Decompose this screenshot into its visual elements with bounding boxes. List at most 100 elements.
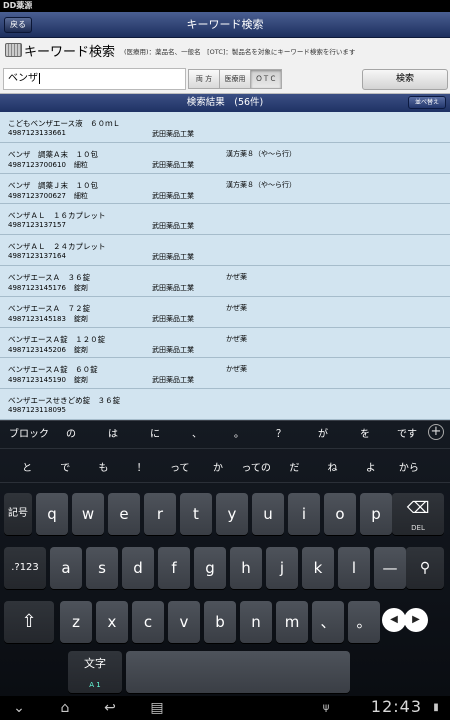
key-q[interactable]: q — [36, 493, 68, 535]
candidate-word[interactable]: だ — [275, 455, 313, 483]
key-o[interactable]: o — [324, 493, 356, 535]
candidate-word[interactable]: っての — [237, 455, 275, 483]
segment-medical[interactable]: 医療用 — [219, 69, 251, 89]
delete-key[interactable]: ⌫ DEL — [392, 493, 444, 535]
key-h[interactable]: h — [230, 547, 262, 589]
candidate-word[interactable]: と — [8, 455, 46, 483]
result-row[interactable]: ベンザエースせきどめ錠 ３６錠 4987123118095 — [0, 389, 450, 420]
result-name: ベンザ 調薬Ｊ末 １０包 — [8, 180, 98, 190]
result-maker: 武田薬品工業 — [152, 376, 194, 385]
candidate-word[interactable]: も — [84, 455, 122, 483]
right-arrow-key[interactable]: ▶ — [404, 608, 428, 632]
result-jan-code: 4987123137164 — [8, 252, 66, 261]
key-dash[interactable]: — — [374, 547, 406, 589]
candidate-word[interactable]: って — [161, 455, 199, 483]
result-row[interactable]: ベンザエースＡ錠 １２０錠 4987123145206 錠剤 武田薬品工業 かぜ薬 — [0, 327, 450, 359]
symbol-key[interactable]: 記号 — [4, 493, 32, 535]
key-f[interactable]: f — [158, 547, 190, 589]
left-arrow-icon: ◀ — [390, 614, 398, 625]
candidate-word[interactable]: 。 — [218, 421, 260, 449]
soft-keyboard: ブロックのはに、。？がをです + とでも！ってかってのだねよから 記号 q w e r t… — [0, 420, 450, 696]
space-key[interactable] — [126, 651, 350, 693]
candidate-word[interactable]: から — [390, 455, 428, 483]
candidate-word[interactable]: の — [50, 421, 92, 449]
recent-apps-icon[interactable]: ▤ — [145, 699, 169, 717]
key-j[interactable]: j — [266, 547, 298, 589]
key-r[interactable]: r — [144, 493, 176, 535]
key-s[interactable]: s — [86, 547, 118, 589]
key-p[interactable]: p — [360, 493, 392, 535]
sort-button[interactable]: 並べ替え — [408, 96, 446, 109]
result-row[interactable]: ベンザエースＡ ７２錠 4987123145183 錠剤 武田薬品工業 かぜ薬 — [0, 296, 450, 328]
candidate-word[interactable]: で — [46, 455, 84, 483]
result-code: 4987123145183 錠剤 — [8, 314, 88, 324]
result-row[interactable]: こどもベンザエース液 ６０ｍＬ 4987123133661 武田薬品工業 — [0, 112, 450, 143]
result-row[interactable]: ベンザ 調薬Ａ末 １０包 4987123700610 細粒 武田薬品工業 漢方薬８（や～… — [0, 142, 450, 174]
result-row[interactable]: ベンザエースＡ錠 ６０錠 4987123145190 錠剤 武田薬品工業 かぜ薬 — [0, 358, 450, 390]
screen: DD薬源 戻る キーワード検索 キーワード検索 (医療用)：薬品名、一般名 [O… — [0, 0, 450, 720]
left-arrow-key[interactable]: ◀ — [382, 608, 406, 632]
result-row[interactable]: ベンザエースＡ ３６錠 4987123145176 錠剤 武田薬品工業 かぜ薬 — [0, 265, 450, 297]
candidate-word[interactable]: ね — [313, 455, 351, 483]
candidate-word[interactable]: ？ — [260, 421, 302, 449]
shift-key[interactable]: ⇧ — [4, 601, 54, 643]
candidate-word[interactable]: です — [386, 421, 428, 449]
candidate-word[interactable]: ブロック — [8, 421, 50, 449]
key-y[interactable]: y — [216, 493, 248, 535]
home-icon[interactable]: ⌂ — [50, 699, 80, 717]
segment-both[interactable]: 両 方 — [188, 69, 220, 89]
result-maker: 武田薬品工業 — [152, 253, 194, 262]
key-e[interactable]: e — [108, 493, 140, 535]
key-l[interactable]: l — [338, 547, 370, 589]
key-period[interactable]: 。 — [348, 601, 380, 643]
search-input[interactable]: ベンザ — [3, 68, 186, 90]
candidate-word[interactable]: に — [134, 421, 176, 449]
key-c[interactable]: c — [132, 601, 164, 643]
key-v[interactable]: v — [168, 601, 200, 643]
numbers-key[interactable]: .?123 — [4, 547, 46, 589]
key-m[interactable]: m — [276, 601, 308, 643]
candidate-row-1: ブロックのはに、。？がをです — [0, 421, 450, 449]
key-t[interactable]: t — [180, 493, 212, 535]
key-u[interactable]: u — [252, 493, 284, 535]
navigation-bar: 戻る キーワード検索 — [0, 12, 450, 38]
candidate-row-2: とでも！ってかってのだねよから — [0, 455, 450, 483]
key-i[interactable]: i — [288, 493, 320, 535]
result-form: 錠剤 — [73, 345, 88, 354]
result-name: ベンザエースＡ ７２錠 — [8, 303, 91, 313]
search-key[interactable]: ⚲ — [406, 547, 444, 589]
result-jan-code: 4987123700610 — [8, 160, 66, 169]
search-button[interactable]: 検索 — [362, 69, 448, 90]
candidate-word[interactable]: が — [302, 421, 344, 449]
result-name: ベンザＡＬ ２４カプレット — [8, 242, 106, 252]
key-w[interactable]: w — [72, 493, 104, 535]
keyboard-icon — [5, 43, 22, 57]
result-row[interactable]: ベンザ 調薬Ｊ末 １０包 4987123700627 細粒 武田薬品工業 漢方薬８（や～… — [0, 173, 450, 205]
segment-otc[interactable]: ＯＴＣ — [250, 69, 282, 89]
result-row[interactable]: ベンザＡＬ ２４カプレット 4987123137164 武田薬品工業 — [0, 235, 450, 266]
result-code: 4987123118095 — [8, 406, 74, 414]
candidate-word[interactable]: か — [199, 455, 237, 483]
candidate-word[interactable]: 、 — [176, 421, 218, 449]
candidate-word[interactable]: は — [92, 421, 134, 449]
mode-sub-label: A 1 — [89, 681, 101, 689]
key-b[interactable]: b — [204, 601, 236, 643]
key-z[interactable]: z — [60, 601, 92, 643]
hide-keyboard-icon[interactable]: ⌄ — [8, 699, 30, 717]
result-row[interactable]: ベンザＡＬ １６カプレット 4987123137157 武田薬品工業 — [0, 204, 450, 236]
result-category: 漢方薬８（や～ら行） — [226, 180, 296, 189]
key-n[interactable]: n — [240, 601, 272, 643]
key-g[interactable]: g — [194, 547, 226, 589]
input-mode-key[interactable]: 文字 A 1 — [68, 651, 122, 693]
candidate-word[interactable]: ！ — [123, 455, 161, 483]
key-a[interactable]: a — [50, 547, 82, 589]
key-k[interactable]: k — [302, 547, 334, 589]
candidate-word[interactable]: よ — [352, 455, 390, 483]
key-d[interactable]: d — [122, 547, 154, 589]
result-maker: 武田薬品工業 — [152, 314, 194, 323]
back-icon[interactable]: ↩ — [95, 699, 125, 717]
key-x[interactable]: x — [96, 601, 128, 643]
candidate-word[interactable]: を — [344, 421, 386, 449]
expand-candidates-icon[interactable]: + — [428, 424, 444, 440]
key-comma[interactable]: 、 — [312, 601, 344, 643]
